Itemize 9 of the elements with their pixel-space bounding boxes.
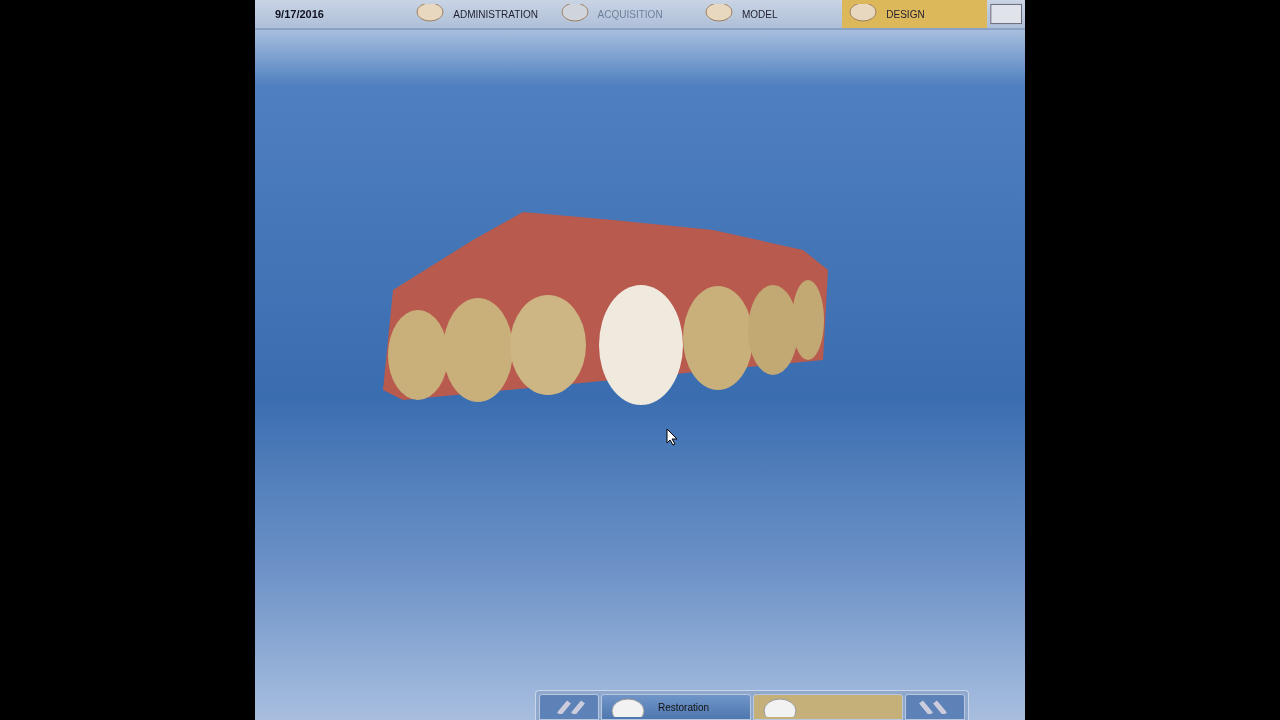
phase-tab[interactable]: DESIGN (842, 0, 987, 28)
cursor-icon (666, 428, 678, 446)
step-tab[interactable]: Restoration (601, 694, 751, 720)
date-label: 9/17/2016 (274, 8, 325, 20)
back-button[interactable] (539, 694, 599, 720)
phase-tab[interactable]: MODEL (697, 0, 843, 28)
step-tab[interactable] (753, 694, 903, 720)
forward-button[interactable] (905, 694, 965, 720)
phase-tab[interactable]: ADMINISTRATION (409, 0, 554, 28)
